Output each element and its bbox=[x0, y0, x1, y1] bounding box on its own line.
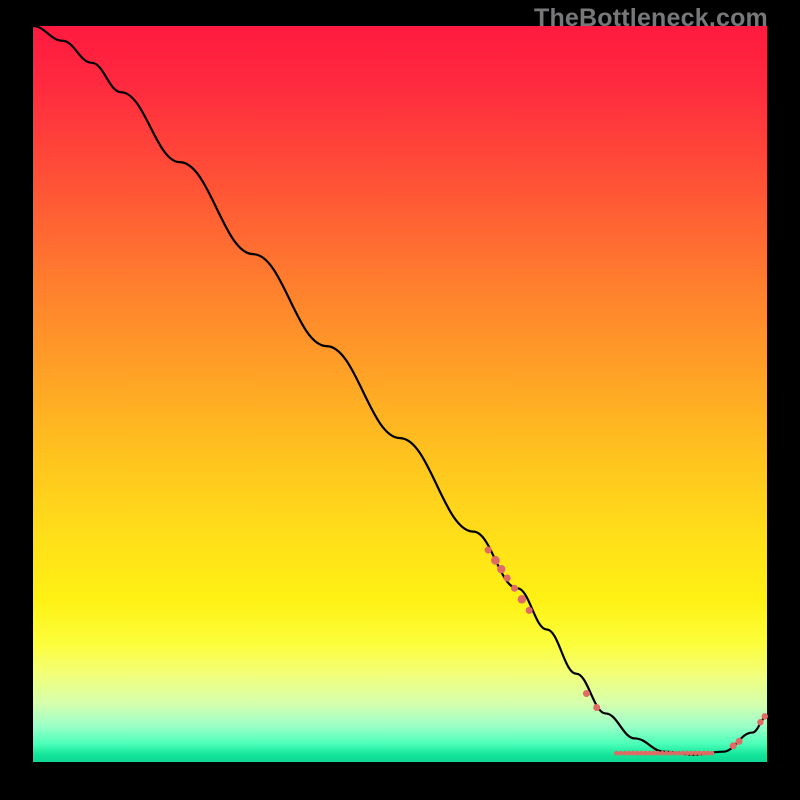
data-dot bbox=[647, 751, 652, 756]
data-dot bbox=[660, 751, 665, 756]
data-dot bbox=[672, 751, 677, 756]
data-dot bbox=[511, 585, 518, 592]
data-dot bbox=[651, 751, 656, 756]
data-dot bbox=[491, 556, 500, 565]
data-dot bbox=[593, 704, 600, 711]
data-dot bbox=[668, 751, 673, 756]
data-dot bbox=[676, 751, 681, 756]
data-dot bbox=[631, 751, 636, 756]
data-dot bbox=[614, 751, 619, 756]
chart-svg bbox=[33, 26, 767, 762]
data-dot bbox=[635, 751, 640, 756]
data-dot bbox=[643, 751, 648, 756]
data-dot bbox=[705, 751, 710, 756]
plot-area bbox=[33, 26, 767, 762]
data-dot bbox=[518, 595, 526, 603]
data-dot bbox=[697, 751, 702, 756]
data-dot bbox=[639, 751, 644, 756]
data-dot bbox=[710, 751, 715, 756]
bottleneck-curve bbox=[33, 26, 767, 755]
data-dot bbox=[757, 719, 763, 725]
data-dot bbox=[622, 751, 627, 756]
data-dot bbox=[627, 751, 632, 756]
data-dot bbox=[681, 751, 686, 756]
data-dot bbox=[485, 547, 492, 554]
data-dot bbox=[693, 751, 698, 756]
data-dot bbox=[656, 751, 661, 756]
data-dots-group bbox=[485, 547, 768, 756]
data-dot bbox=[497, 565, 505, 573]
chart-stage: TheBottleneck.com bbox=[0, 0, 800, 800]
data-dot bbox=[685, 751, 690, 756]
data-dot bbox=[504, 575, 511, 582]
data-dot bbox=[583, 690, 590, 697]
data-dot bbox=[689, 751, 694, 756]
data-dot bbox=[664, 751, 669, 756]
data-dot bbox=[762, 713, 768, 719]
data-dot bbox=[618, 751, 623, 756]
data-dot bbox=[736, 738, 743, 745]
data-dot bbox=[526, 607, 533, 614]
data-dot bbox=[701, 751, 706, 756]
data-dot bbox=[730, 742, 737, 749]
